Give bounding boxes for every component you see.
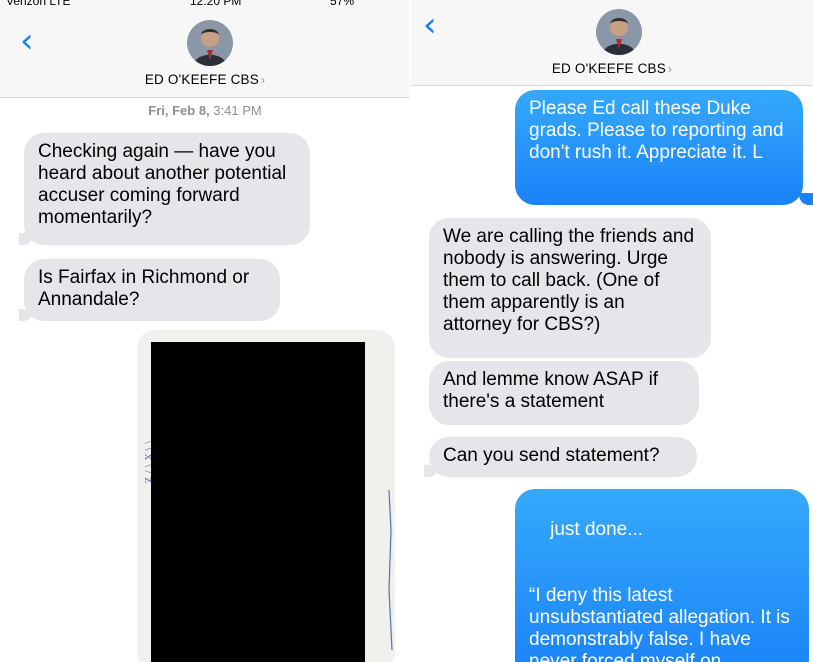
timestamp-day: Fri, Feb 8, [148,103,210,118]
status-time: 12:20 PM [190,0,242,8]
bubble-tail [424,465,438,477]
contact-name-button[interactable]: ED O'KEEFE CBS › [411,61,813,76]
timestamp-time: 3:41 PM [213,103,262,118]
bubble-tail [19,233,33,245]
image-attachment[interactable]: \ \ x \ / z [137,330,395,662]
document-photo: \ \ x \ / z [137,330,395,662]
chevron-left-icon: ‹ [20,21,34,61]
status-bar: Verizon LTE 12:20 PM 57% [0,0,410,10]
carrier-label: Verizon LTE [6,0,71,8]
avatar-photo [596,9,642,55]
chevron-right-icon: › [260,73,266,87]
message-bubble-incoming[interactable]: Is Fairfax in Richmond or Annandale? [24,259,280,321]
avatar[interactable] [596,9,642,55]
chevron-left-icon: ‹ [423,5,437,45]
message-text: We are calling the friends and nobody is… [443,226,695,335]
bubble-tail [19,309,33,321]
contact-name: ED O'KEEFE CBS [551,61,666,76]
message-bubble-incoming[interactable]: And lemme know ASAP if there's a stateme… [429,361,699,425]
contact-name-button[interactable]: ED O'KEEFE CBS › [0,72,410,87]
avatar-photo [187,20,233,66]
message-text: Please Ed call these Duke grads. Please … [529,98,784,163]
contact-name: ED O'KEEFE CBS [144,72,259,87]
message-text: Is Fairfax in Richmond or Annandale? [38,267,250,310]
timestamp: Fri, Feb 8, 3:41 PM [0,103,410,118]
message-text: And lemme know ASAP if there's a stateme… [443,369,659,412]
message-text: just done... “I deny this latest unsubst… [529,519,790,662]
chevron-right-icon: › [667,62,673,76]
message-bubble-incoming[interactable]: Checking again — have you heard about an… [24,133,310,245]
conversation-header: Verizon LTE 12:20 PM 57% ‹ ED O'KEEFE CB… [0,0,410,98]
message-bubble-outgoing[interactable]: Please Ed call these Duke grads. Please … [515,90,803,205]
bubble-tail [799,193,813,205]
redaction-block [151,342,365,662]
message-bubble-incoming[interactable]: Can you send statement? [429,437,697,477]
battery-label: 57% [330,0,355,8]
message-bubble-outgoing[interactable]: just done... “I deny this latest unsubst… [515,489,809,662]
message-text: Checking again — have you heard about an… [38,141,287,228]
back-button[interactable]: ‹ [20,24,34,58]
right-screenshot: ‹ ED O'KEEFE CBS › Please Ed call these D… [411,0,813,662]
conversation-header: ‹ ED O'KEEFE CBS › [411,0,813,86]
message-text: Can you send statement? [443,445,660,466]
avatar[interactable] [187,20,233,66]
back-button[interactable]: ‹ [423,8,437,42]
left-screenshot: Verizon LTE 12:20 PM 57% ‹ ED O'KEEFE CB… [0,0,410,662]
message-bubble-incoming[interactable]: We are calling the friends and nobody is… [429,218,711,358]
